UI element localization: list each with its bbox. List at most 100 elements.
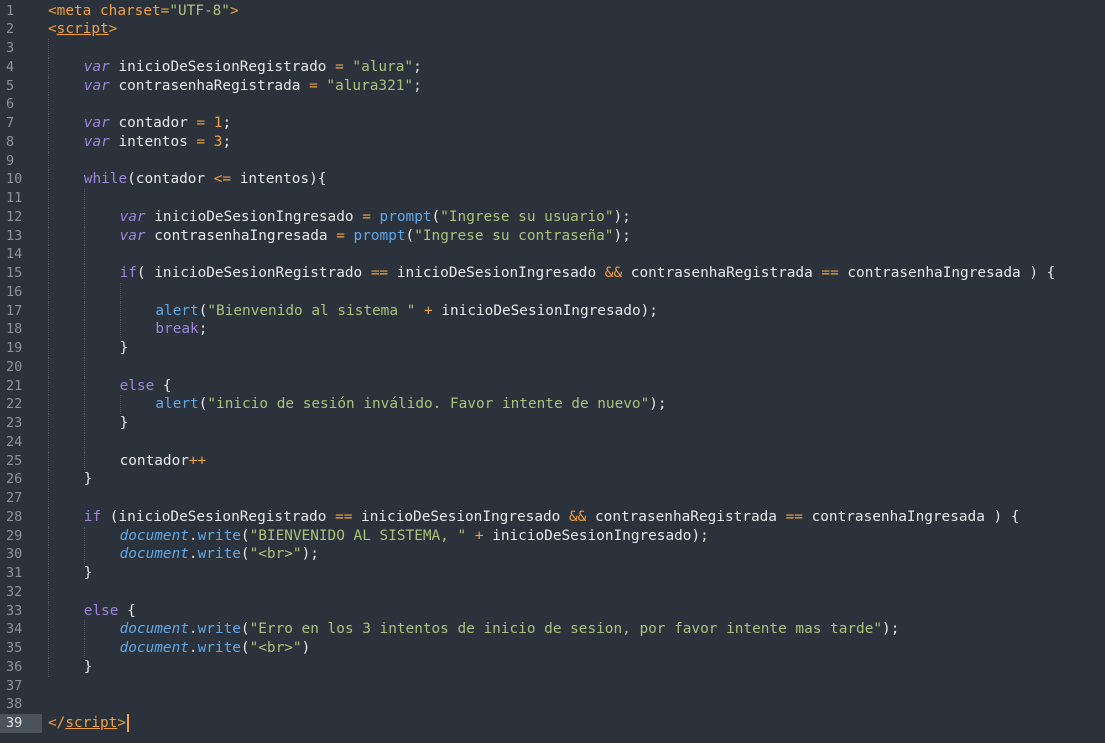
code-text[interactable]: }: [120, 339, 129, 358]
line-number: 18: [6, 321, 23, 338]
code-text[interactable]: }: [84, 470, 93, 489]
code-line[interactable]: 24: [0, 432, 1105, 452]
token-str: "alura": [352, 58, 414, 75]
indent-guide: [83, 414, 86, 433]
code-line[interactable]: 11: [0, 189, 1105, 208]
line-number: 6: [6, 96, 15, 113]
code-text[interactable]: var contrasenhaRegistrada = "alura321";: [84, 77, 422, 96]
token-text: }: [119, 415, 129, 432]
code-line[interactable]: 34 document.write("Erro en los 3 intentos…: [0, 620, 1105, 640]
code-text[interactable]: var inicioDeSesionRegistrado = "alura";: [84, 58, 422, 77]
code-line[interactable]: 1 <meta charset="UTF-8">: [0, 2, 1105, 21]
code-text[interactable]: }: [84, 564, 93, 583]
code-text[interactable]: alert("Bienvenido al sistema " + inicioD…: [155, 302, 658, 321]
code-text[interactable]: if (inicioDeSesionRegistrado == inicioDe…: [84, 508, 1020, 527]
code-text[interactable]: else {: [84, 602, 136, 621]
code-line[interactable]: 21 else {: [0, 376, 1105, 396]
code-line[interactable]: 14: [0, 245, 1105, 265]
code-line[interactable]: 26}: [0, 470, 1105, 490]
indent-guide: [48, 320, 50, 340]
code-text[interactable]: var contrasenhaIngresada = prompt("Ingre…: [120, 227, 631, 246]
line-number: 5: [6, 77, 15, 94]
code-line[interactable]: 38: [0, 695, 1105, 714]
code-line[interactable]: 23}: [0, 414, 1105, 433]
code-line[interactable]: 3: [0, 39, 1105, 58]
code-editor[interactable]: 1 <meta charset="UTF-8"> 2 <script> 3 4 var in…: [0, 0, 1105, 743]
code-line[interactable]: 20: [0, 357, 1105, 377]
code-text[interactable]: var contador = 1;: [84, 114, 231, 133]
code-line[interactable]: 30 document.write("<br>");: [0, 545, 1105, 565]
token-text: (contador: [127, 171, 214, 188]
token-tagname: script: [56, 21, 109, 38]
token-text: ;: [413, 58, 422, 75]
code-text[interactable]: else {: [120, 377, 172, 396]
token-ctrl: else: [83, 602, 119, 619]
code-line[interactable]: 25 contador++: [0, 451, 1105, 471]
code-line[interactable]: 15 if( inicioDeSesionRegistrado == inicio…: [0, 264, 1105, 283]
code-text[interactable]: document.write("BIENVENIDO AL SISTEMA, "…: [120, 527, 709, 546]
code-line[interactable]: 37: [0, 677, 1105, 696]
code-text[interactable]: document.write("<br>");: [120, 545, 319, 564]
token-text: ;: [222, 133, 232, 150]
code-text[interactable]: alert("inicio de sesión inválido. Favor …: [155, 395, 666, 414]
token-text: contrasenhaRegistrada: [586, 508, 786, 525]
code-text[interactable]: document.write("<br>"): [120, 639, 311, 658]
token-str: "<br>": [249, 546, 302, 563]
code-text[interactable]: contador++: [120, 452, 207, 471]
code-text[interactable]: var intentos = 3;: [84, 133, 231, 152]
code-lines[interactable]: 1 <meta charset="UTF-8"> 2 <script> 3 4 var in…: [0, 2, 1105, 733]
code-text[interactable]: <script>: [48, 20, 117, 39]
code-line[interactable]: 5 var contrasenhaRegistrada = "alura321";: [0, 76, 1105, 96]
code-text[interactable]: <meta charset="UTF-8">: [48, 2, 239, 21]
code-text[interactable]: document.write("Erro en los 3 intentos d…: [120, 620, 900, 639]
code-text[interactable]: </script>: [48, 714, 129, 733]
code-line[interactable]: 35 document.write("<br>"): [0, 639, 1105, 658]
code-text[interactable]: }: [120, 414, 129, 433]
code-line[interactable]: 8 var intentos = 3;: [0, 132, 1105, 152]
token-text: inicioDeSesionIngresado: [388, 265, 605, 282]
code-line[interactable]: 32: [0, 582, 1105, 602]
indent-guide: [83, 451, 86, 471]
code-line[interactable]: 2 <script>: [0, 20, 1105, 39]
code-line[interactable]: 4 var inicioDeSesionRegistrado = "alura";: [0, 57, 1105, 77]
code-line[interactable]: 19}: [0, 339, 1105, 358]
line-number: 12: [6, 208, 23, 225]
code-line[interactable]: 7 var contador = 1;: [0, 114, 1105, 133]
code-text[interactable]: while(contador <= intentos){: [84, 170, 327, 189]
code-line[interactable]: 9: [0, 151, 1105, 171]
token-text: contrasenhaRegistrada: [109, 77, 310, 94]
code-text[interactable]: var inicioDeSesionIngresado = prompt("In…: [120, 208, 631, 227]
code-line[interactable]: 22 alert("inicio de sesión inválido. Favo…: [0, 395, 1105, 415]
code-line[interactable]: 31}: [0, 564, 1105, 583]
code-line[interactable]: 29 document.write("BIENVENIDO AL SISTEMA,…: [0, 526, 1105, 546]
code-line[interactable]: 18 break;: [0, 320, 1105, 340]
code-line[interactable]: 17 alert("Bienvenido al sistema " + inici…: [0, 301, 1105, 321]
line-number: 20: [6, 358, 23, 375]
line-number: 19: [6, 340, 23, 357]
token-obj: document: [119, 546, 189, 563]
code-line[interactable]: 33 else {: [0, 601, 1105, 621]
code-line[interactable]: 10 while(contador <= intentos){: [0, 170, 1105, 190]
line-number: 31: [6, 565, 23, 582]
token-ctrl: break: [155, 321, 199, 338]
code-line[interactable]: 36}: [0, 657, 1105, 677]
code-line[interactable]: 6: [0, 95, 1105, 115]
code-line[interactable]: 12 var inicioDeSesionIngresado = prompt("…: [0, 207, 1105, 227]
code-line[interactable]: 39 </script>: [0, 714, 1105, 733]
code-text[interactable]: if( inicioDeSesionRegistrado == inicioDe…: [120, 264, 1056, 283]
token-text: contrasenhaRegistrada: [622, 265, 822, 282]
token-tag: >: [108, 21, 118, 38]
indent-guide: [48, 264, 50, 283]
code-text[interactable]: break;: [155, 320, 207, 339]
code-line[interactable]: 27: [0, 489, 1105, 508]
indent-guide: [48, 582, 50, 602]
token-text: );: [882, 621, 900, 638]
code-line[interactable]: 13 var contrasenhaIngresada = prompt("Ing…: [0, 226, 1105, 246]
code-line[interactable]: 28 if (inicioDeSesionRegistrado == inicio…: [0, 507, 1105, 527]
code-text[interactable]: }: [84, 658, 93, 677]
indent-guide: [83, 226, 86, 246]
code-line[interactable]: 16: [0, 282, 1105, 302]
indent-guide: [83, 301, 86, 321]
indent-guide: [83, 245, 86, 265]
